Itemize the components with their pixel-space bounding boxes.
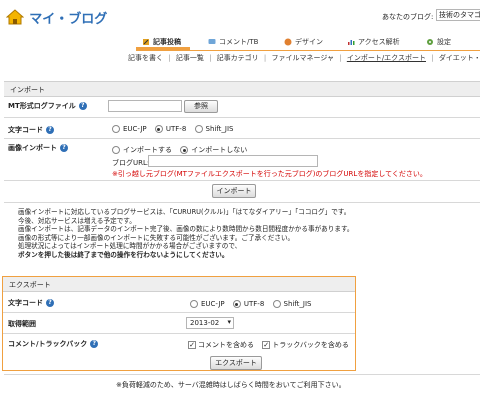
- help-icon[interactable]: ?: [46, 299, 54, 307]
- radio-icon: [272, 300, 281, 308]
- export-charset-euc[interactable]: EUC-JP: [190, 300, 225, 308]
- import-header: インポート: [4, 81, 480, 97]
- design-icon: [284, 38, 292, 46]
- blog-select[interactable]: 技術のタマゴ: [436, 9, 480, 21]
- image-import-no[interactable]: インポートしない: [180, 146, 247, 154]
- sub-nav: 記事を書く | 記事一覧 | 記事カテゴリ | ファイルマネージャ | インポー…: [128, 53, 480, 63]
- row-divider: [3, 312, 355, 313]
- row-divider: [4, 180, 480, 181]
- import-button[interactable]: インポート: [212, 184, 256, 198]
- blog-url-input[interactable]: [148, 155, 318, 167]
- radio-selected-icon: [232, 300, 241, 308]
- row-divider: [3, 333, 355, 334]
- import-notes: 画像インポートに対応しているブログサービスは、「CURURU(クルル)」「はてな…: [18, 208, 354, 260]
- help-icon[interactable]: ?: [90, 340, 99, 348]
- import-note: 画像インポートに対応しているブログサービスは、「CURURU(クルル)」「はてな…: [18, 208, 351, 216]
- help-icon[interactable]: ?: [60, 144, 68, 152]
- help-icon[interactable]: ?: [78, 102, 87, 110]
- row-divider: [4, 202, 480, 203]
- comment-tb-label: コメント/トラックバック?: [8, 339, 99, 349]
- subnav-category[interactable]: 記事カテゴリ: [217, 54, 259, 62]
- export-title: エクスポート: [9, 281, 51, 289]
- export-charset-label: 文字コード?: [8, 298, 54, 308]
- row-divider: [4, 374, 480, 375]
- range-select[interactable]: 2013-02 ▾: [186, 317, 234, 329]
- tab-analytics[interactable]: アクセス解析: [347, 37, 400, 47]
- radio-icon: [112, 125, 120, 133]
- import-note: 処理状況によってはインポート処理に時間がかかる場合がございますので、: [18, 242, 242, 251]
- logo-text: マイ・ブログ: [29, 12, 108, 27]
- chart-icon: [348, 40, 355, 45]
- row-divider: [4, 138, 480, 139]
- subnav-write[interactable]: 記事を書く: [128, 54, 163, 62]
- pencil-icon: [143, 39, 149, 45]
- export-charset-sjis[interactable]: Shift_JIS: [272, 300, 312, 308]
- tab-settings[interactable]: 設定: [426, 37, 451, 47]
- include-comments-checkbox[interactable]: ✓ コメントを含める: [188, 341, 254, 349]
- import-charset-utf8[interactable]: UTF-8: [154, 125, 186, 133]
- subnav-file-manager[interactable]: ファイルマネージャ: [271, 54, 334, 62]
- home-icon: [5, 8, 25, 27]
- radio-icon: [112, 146, 120, 154]
- range-label: 取得範囲: [8, 320, 36, 328]
- settings-icon: [427, 39, 433, 45]
- tab-post[interactable]: 記事投稿: [142, 37, 181, 47]
- include-trackbacks-checkbox[interactable]: ✓ トラックバックを含める: [262, 341, 349, 349]
- mt-file-input[interactable]: [108, 100, 182, 112]
- subnav-diet[interactable]: ダイエット・ロ: [439, 54, 480, 62]
- browse-button[interactable]: 参照: [184, 100, 218, 113]
- export-header: エクスポート: [3, 277, 355, 292]
- radio-icon: [190, 300, 198, 308]
- nav-divider: [136, 50, 480, 51]
- export-footnote: ※負荷軽減のため、サーバ混雑時はしばらく時間をおいてご利用下さい。: [116, 381, 346, 389]
- checkbox-checked-icon: ✓: [262, 341, 271, 349]
- blog-label: あなたのブログ:: [382, 13, 434, 21]
- radio-icon: [194, 125, 203, 133]
- import-charset-radios: EUC-JP UTF-8 Shift_JIS: [112, 125, 234, 133]
- import-charset-label: 文字コード?: [8, 125, 54, 135]
- subnav-list[interactable]: 記事一覧: [176, 54, 204, 62]
- tab-design[interactable]: デザイン: [284, 37, 323, 47]
- image-import-radios: インポートする インポートしない: [112, 145, 247, 155]
- radio-selected-icon: [180, 146, 189, 154]
- import-note-bold: ボタンを押した後は終了まで他の操作を行わないようにしてください。: [18, 250, 229, 259]
- export-button[interactable]: エクスポート: [210, 356, 262, 370]
- blog-url-label: ブログURL:: [112, 159, 150, 167]
- chevron-down-icon: ▾: [227, 318, 231, 326]
- row-divider: [4, 117, 480, 118]
- checkbox-checked-icon: ✓: [188, 341, 196, 349]
- image-import-yes[interactable]: インポートする: [112, 146, 172, 154]
- image-import-label: 画像インポート?: [8, 143, 68, 153]
- help-icon[interactable]: ?: [46, 126, 54, 134]
- subnav-import-export[interactable]: インポート/エクスポート: [347, 54, 426, 62]
- comment-icon: [208, 39, 216, 44]
- export-charset-radios: EUC-JP UTF-8 Shift_JIS: [190, 300, 312, 308]
- import-note: 画像インポートは、記事データのインポート完了後、画像の数により数時間から数日間程…: [18, 225, 354, 234]
- export-charset-utf8[interactable]: UTF-8: [232, 300, 264, 308]
- radio-selected-icon: [154, 125, 163, 133]
- include-options: ✓ コメントを含める ✓ トラックバックを含める: [188, 340, 349, 350]
- blog-url-note: ※引っ越し元ブログ(MTファイルエクスポートを行った元ブログ)のブログURLを指…: [112, 170, 427, 178]
- import-charset-sjis[interactable]: Shift_JIS: [194, 125, 234, 133]
- logo[interactable]: マイ・ブログ: [5, 8, 108, 27]
- mt-log-label: MT形式ログファイル?: [8, 101, 87, 111]
- import-note: 今後、対応サービスは増える予定です。: [18, 216, 136, 225]
- export-panel: エクスポート: [2, 276, 356, 371]
- tab-comment-tb[interactable]: コメント/TB: [208, 37, 258, 47]
- import-charset-euc[interactable]: EUC-JP: [112, 125, 147, 133]
- import-title: インポート: [10, 86, 45, 94]
